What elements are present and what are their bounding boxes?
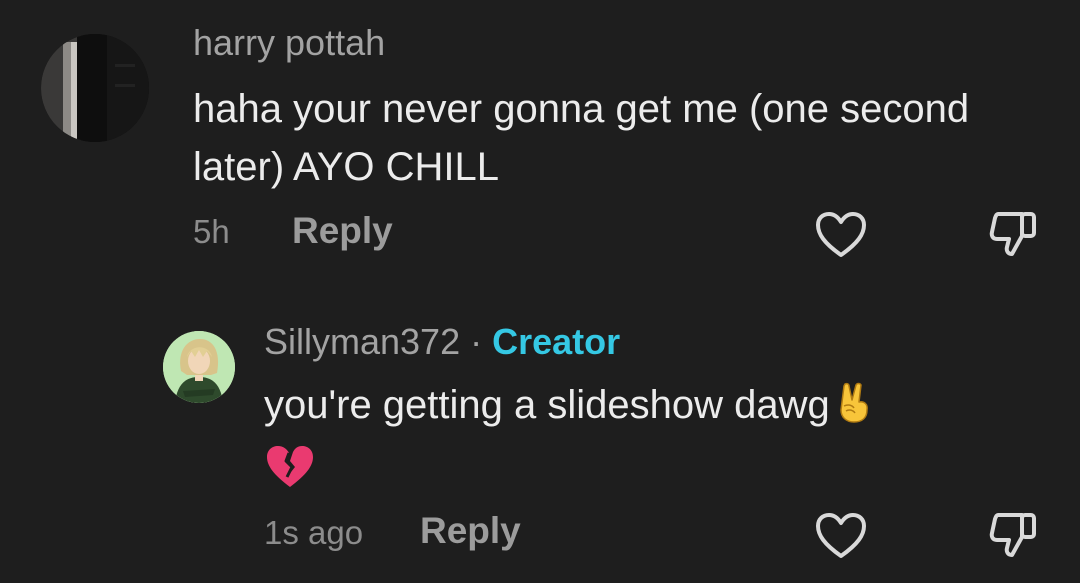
thumbs-down-outline-icon — [989, 513, 1036, 557]
reply-button[interactable]: Reply — [420, 510, 521, 552]
comment-timestamp: 5h — [193, 213, 230, 250]
victory-hand-emoji-icon — [834, 380, 874, 439]
avatar[interactable] — [41, 34, 149, 142]
comment-text: haha your never gonna get me (one second… — [193, 87, 970, 189]
like-button[interactable] — [814, 210, 868, 260]
heart-outline-icon — [816, 212, 866, 257]
dark-photo-avatar-icon — [41, 34, 149, 142]
comment-text-block: you're getting a slideshow dawg — [264, 377, 1024, 504]
dislike-button[interactable] — [986, 507, 1042, 563]
heart-outline-icon — [816, 513, 866, 558]
comments-screen: harry pottah haha your never gonna get m… — [0, 0, 1080, 583]
thumbs-down-outline-icon — [989, 212, 1036, 256]
broken-heart-emoji-icon — [264, 443, 1024, 504]
like-button[interactable] — [814, 511, 868, 561]
comment-header: Sillyman372 · Creator — [264, 321, 620, 363]
creator-badge: Creator — [492, 321, 621, 362]
avatar[interactable] — [163, 331, 235, 403]
anime-character-avatar-icon — [163, 331, 235, 403]
comment-timestamp: 1s ago — [264, 514, 364, 551]
comment-username[interactable]: Sillyman372 — [264, 321, 460, 362]
comment-text: you're getting a slideshow dawg — [264, 383, 830, 427]
reply-button[interactable]: Reply — [292, 210, 393, 252]
dislike-button[interactable] — [986, 206, 1042, 262]
comment-username[interactable]: harry pottah — [193, 22, 385, 64]
separator-dot: · — [470, 321, 483, 362]
